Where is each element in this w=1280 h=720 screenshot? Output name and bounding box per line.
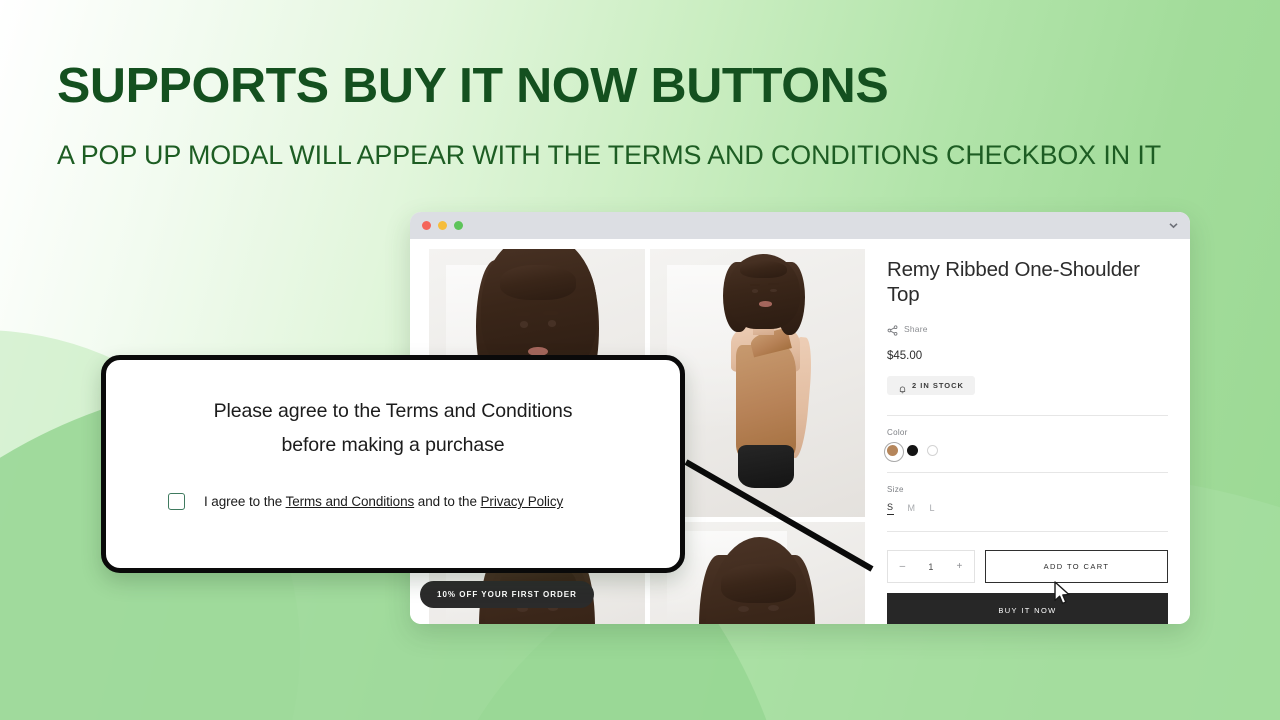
size-label: Size xyxy=(887,485,904,494)
color-label: Color xyxy=(887,428,908,437)
terms-agree-checkbox[interactable] xyxy=(168,493,185,510)
terms-and-conditions-link[interactable]: Terms and Conditions xyxy=(286,494,415,509)
agree-prefix: I agree to the xyxy=(204,494,286,509)
share-icon xyxy=(887,323,898,336)
share-button[interactable]: Share xyxy=(887,323,1168,336)
quantity-stepper[interactable]: – 1 + xyxy=(887,550,975,583)
color-swatch-group xyxy=(883,441,1168,462)
window-close-button[interactable] xyxy=(422,221,431,230)
details-divider-top xyxy=(887,415,1168,416)
page-subtitle: A POP UP MODAL WILL APPEAR WITH THE TERM… xyxy=(57,140,1162,170)
details-divider-bottom xyxy=(887,531,1168,532)
buy-it-now-button[interactable]: BUY IT NOW xyxy=(887,593,1168,624)
quantity-decrement-button[interactable]: – xyxy=(900,561,906,572)
privacy-policy-link[interactable]: Privacy Policy xyxy=(481,494,564,509)
add-to-cart-button[interactable]: ADD TO CART xyxy=(985,550,1168,583)
terms-and-conditions-modal: Please agree to the Terms and Conditions… xyxy=(101,355,685,573)
browser-titlebar xyxy=(410,212,1190,239)
agree-middle: and to the xyxy=(414,494,481,509)
size-option-m[interactable]: M xyxy=(908,503,916,515)
color-swatch-white[interactable] xyxy=(927,445,938,456)
bell-icon xyxy=(898,381,907,394)
window-maximize-button[interactable] xyxy=(454,221,463,230)
product-details-panel: Remy Ribbed One-Shoulder Top Share $45.0… xyxy=(865,239,1190,624)
details-divider-mid xyxy=(887,472,1168,473)
color-swatch-black[interactable] xyxy=(907,445,918,456)
agree-text: I agree to the Terms and Conditions and … xyxy=(204,494,563,509)
quantity-value: 1 xyxy=(928,561,934,572)
share-label: Share xyxy=(904,323,928,334)
promo-badge[interactable]: 10% OFF YOUR FIRST ORDER xyxy=(420,581,594,608)
size-option-group: S M L xyxy=(887,502,1168,515)
size-option-s[interactable]: S xyxy=(887,502,894,515)
size-option-l[interactable]: L xyxy=(930,503,936,515)
color-swatch-tan[interactable] xyxy=(883,441,904,462)
modal-message-line2: before making a purchase xyxy=(281,434,505,456)
page-title: SUPPORTS BUY IT NOW BUTTONS xyxy=(57,59,889,113)
window-minimize-button[interactable] xyxy=(438,221,447,230)
purchase-row: – 1 + ADD TO CART xyxy=(887,550,1168,583)
quantity-increment-button[interactable]: + xyxy=(957,561,963,572)
chevron-down-icon[interactable] xyxy=(1169,221,1178,230)
product-title: Remy Ribbed One-Shoulder Top xyxy=(887,258,1140,306)
modal-message: Please agree to the Terms and Conditions… xyxy=(150,394,636,462)
agree-row: I agree to the Terms and Conditions and … xyxy=(150,493,636,510)
stock-badge: 2 IN STOCK xyxy=(887,376,975,395)
product-price: $45.00 xyxy=(887,350,923,362)
modal-message-line1: Please agree to the Terms and Conditions xyxy=(213,400,573,422)
stock-label: 2 IN STOCK xyxy=(912,381,964,390)
heading-block: SUPPORTS BUY IT NOW BUTTONS A POP UP MOD… xyxy=(57,57,1247,171)
